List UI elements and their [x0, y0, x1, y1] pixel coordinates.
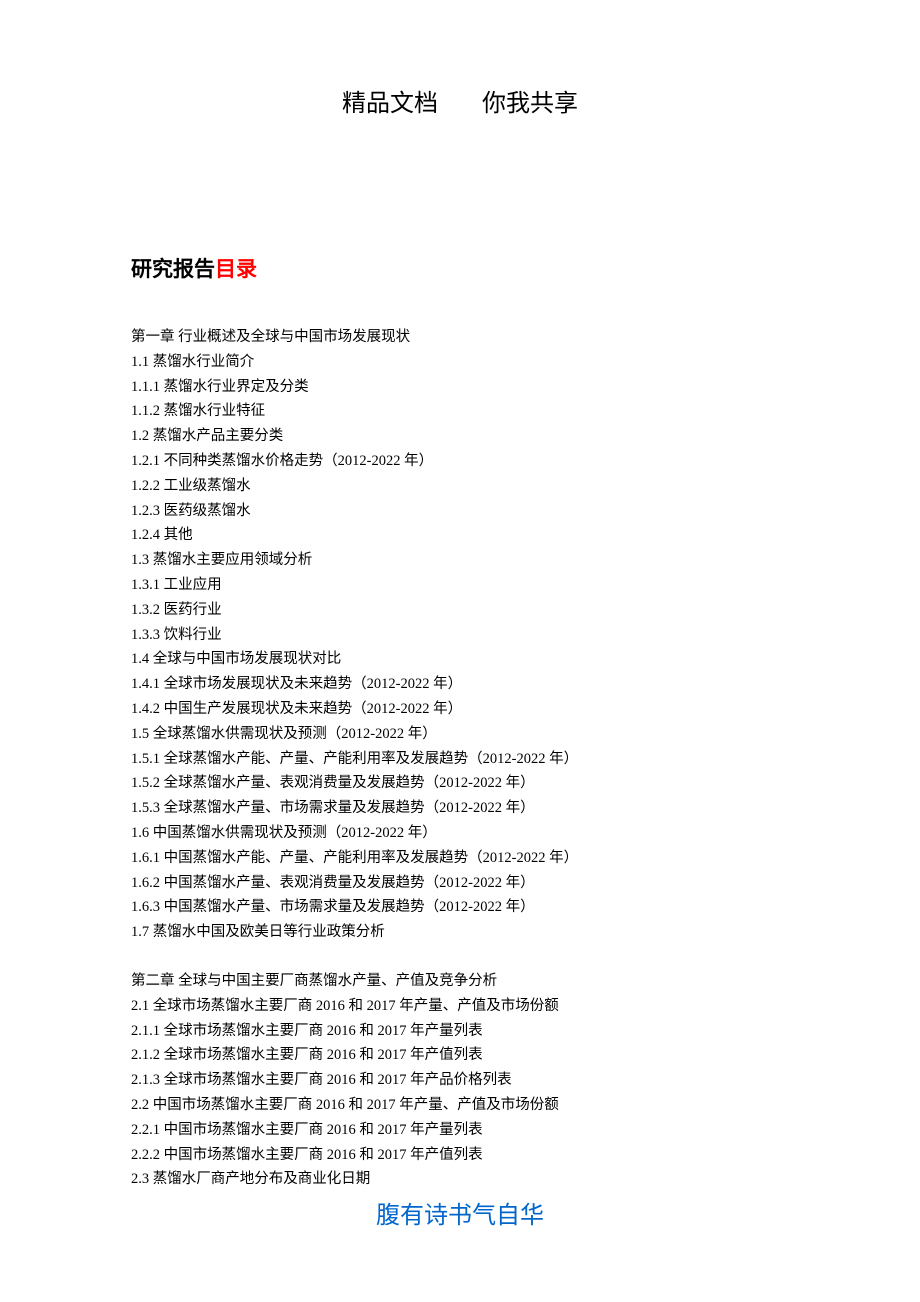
- toc-item: 2.1.3 全球市场蒸馏水主要厂商 2016 和 2017 年产品价格列表: [131, 1068, 800, 1093]
- toc-item: 2.3 蒸馏水厂商产地分布及商业化日期: [131, 1167, 800, 1192]
- document-content: 研究报告目录 第一章 行业概述及全球与中国市场发展现状 1.1 蒸馏水行业简介 …: [0, 118, 920, 1192]
- toc-item: 1.2.4 其他: [131, 523, 800, 548]
- toc-item: 1.5.3 全球蒸馏水产量、市场需求量及发展趋势（2012-2022 年）: [131, 796, 800, 821]
- page-footer: 腹有诗书气自华: [0, 1195, 920, 1230]
- toc-item: 2.2.2 中国市场蒸馏水主要厂商 2016 和 2017 年产值列表: [131, 1143, 800, 1168]
- toc-item: 1.4.2 中国生产发展现状及未来趋势（2012-2022 年）: [131, 697, 800, 722]
- toc-title: 研究报告目录: [131, 253, 800, 283]
- toc-item: 2.1 全球市场蒸馏水主要厂商 2016 和 2017 年产量、产值及市场份额: [131, 994, 800, 1019]
- toc-item: 1.2 蒸馏水产品主要分类: [131, 424, 800, 449]
- toc-item: 1.3.3 饮料行业: [131, 623, 800, 648]
- toc-item: 1.6 中国蒸馏水供需现状及预测（2012-2022 年）: [131, 821, 800, 846]
- toc-item: 1.3 蒸馏水主要应用领域分析: [131, 548, 800, 573]
- chapter-1-section: 第一章 行业概述及全球与中国市场发展现状 1.1 蒸馏水行业简介 1.1.1 蒸…: [131, 325, 800, 945]
- toc-item: 2.2 中国市场蒸馏水主要厂商 2016 和 2017 年产量、产值及市场份额: [131, 1093, 800, 1118]
- toc-item: 1.5.2 全球蒸馏水产量、表观消费量及发展趋势（2012-2022 年）: [131, 771, 800, 796]
- toc-item: 1.1.2 蒸馏水行业特征: [131, 399, 800, 424]
- toc-item: 1.3.1 工业应用: [131, 573, 800, 598]
- toc-item: 1.7 蒸馏水中国及欧美日等行业政策分析: [131, 920, 800, 945]
- toc-item: 1.5 全球蒸馏水供需现状及预测（2012-2022 年）: [131, 722, 800, 747]
- toc-item: 1.6.1 中国蒸馏水产能、产量、产能利用率及发展趋势（2012-2022 年）: [131, 846, 800, 871]
- title-suffix: 目录: [215, 257, 257, 281]
- title-prefix: 研究报告: [131, 257, 215, 281]
- toc-item: 1.4.1 全球市场发展现状及未来趋势（2012-2022 年）: [131, 672, 800, 697]
- toc-item: 1.1.1 蒸馏水行业界定及分类: [131, 375, 800, 400]
- toc-item: 2.1.1 全球市场蒸馏水主要厂商 2016 和 2017 年产量列表: [131, 1019, 800, 1044]
- toc-item: 1.2.1 不同种类蒸馏水价格走势（2012-2022 年）: [131, 449, 800, 474]
- chapter-2-section: 第二章 全球与中国主要厂商蒸馏水产量、产值及竞争分析 2.1 全球市场蒸馏水主要…: [131, 969, 800, 1192]
- header-right-text: 你我共享: [482, 83, 578, 118]
- page-header: 精品文档 你我共享: [0, 0, 920, 118]
- toc-item: 1.4 全球与中国市场发展现状对比: [131, 647, 800, 672]
- toc-item: 1.3.2 医药行业: [131, 598, 800, 623]
- toc-item: 1.5.1 全球蒸馏水产能、产量、产能利用率及发展趋势（2012-2022 年）: [131, 747, 800, 772]
- chapter-gap: [131, 945, 800, 969]
- chapter-1-heading: 第一章 行业概述及全球与中国市场发展现状: [131, 325, 800, 350]
- chapter-2-heading: 第二章 全球与中国主要厂商蒸馏水产量、产值及竞争分析: [131, 969, 800, 994]
- toc-item: 1.6.2 中国蒸馏水产量、表观消费量及发展趋势（2012-2022 年）: [131, 871, 800, 896]
- toc-item: 1.2.3 医药级蒸馏水: [131, 499, 800, 524]
- toc-item: 1.6.3 中国蒸馏水产量、市场需求量及发展趋势（2012-2022 年）: [131, 895, 800, 920]
- toc-item: 1.1 蒸馏水行业简介: [131, 350, 800, 375]
- toc-item: 2.2.1 中国市场蒸馏水主要厂商 2016 和 2017 年产量列表: [131, 1118, 800, 1143]
- toc-item: 1.2.2 工业级蒸馏水: [131, 474, 800, 499]
- toc-item: 2.1.2 全球市场蒸馏水主要厂商 2016 和 2017 年产值列表: [131, 1043, 800, 1068]
- header-left-text: 精品文档: [342, 83, 438, 118]
